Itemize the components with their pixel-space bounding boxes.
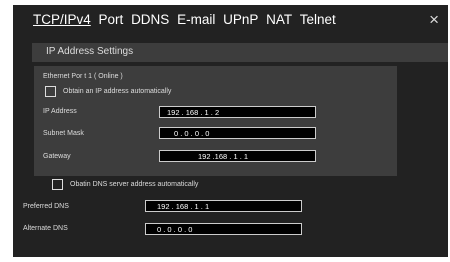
alternate-dns-label: Alternate DNS (23, 225, 68, 232)
close-icon[interactable]: × (429, 10, 439, 30)
tab-port[interactable]: Port (99, 12, 124, 27)
tab-tcp-ipv4[interactable]: TCP/IPv4 (33, 12, 91, 27)
obtain-ip-label: Obtain an IP address automatically (63, 88, 172, 95)
ethernet-group: Ethernet Por t 1 ( Online ) Obtain an IP… (34, 66, 397, 176)
tab-nat[interactable]: NAT (266, 12, 292, 27)
tab-email[interactable]: E-mail (177, 12, 215, 27)
tab-upnp[interactable]: UPnP (223, 12, 258, 27)
ethernet-title: Ethernet Por t 1 ( Online ) (43, 73, 123, 80)
obtain-dns-label: Obatin DNS server address automatically (70, 181, 199, 188)
tab-telnet[interactable]: Telnet (300, 12, 336, 27)
network-settings-dialog: TCP/IPv4 Port DDNS E-mail UPnP NAT Telne… (13, 5, 448, 257)
preferred-dns-label: Preferred DNS (23, 203, 69, 210)
subnet-mask-field[interactable]: 0 . 0 . 0 . 0 (159, 127, 316, 139)
section-title: IP Address Settings (46, 46, 134, 57)
section-header: IP Address Settings (32, 43, 448, 62)
obtain-ip-checkbox[interactable] (45, 86, 56, 97)
alternate-dns-field[interactable]: 0 . 0 . 0 . 0 (145, 223, 302, 235)
title-bar: TCP/IPv4 Port DDNS E-mail UPnP NAT Telne… (13, 5, 448, 34)
tab-ddns[interactable]: DDNS (131, 12, 169, 27)
ip-address-field[interactable]: 192 . 168 . 1 . 2 (159, 106, 316, 118)
gateway-label: Gateway (43, 153, 71, 160)
gateway-field[interactable]: 192 .168 . 1 . 1 (159, 150, 316, 162)
ip-address-label: IP Address (43, 108, 77, 115)
tab-bar: TCP/IPv4 Port DDNS E-mail UPnP NAT Telne… (33, 12, 340, 27)
preferred-dns-field[interactable]: 192 . 168 . 1 . 1 (145, 200, 302, 212)
subnet-mask-label: Subnet Mask (43, 130, 84, 137)
obtain-dns-checkbox[interactable] (52, 179, 63, 190)
